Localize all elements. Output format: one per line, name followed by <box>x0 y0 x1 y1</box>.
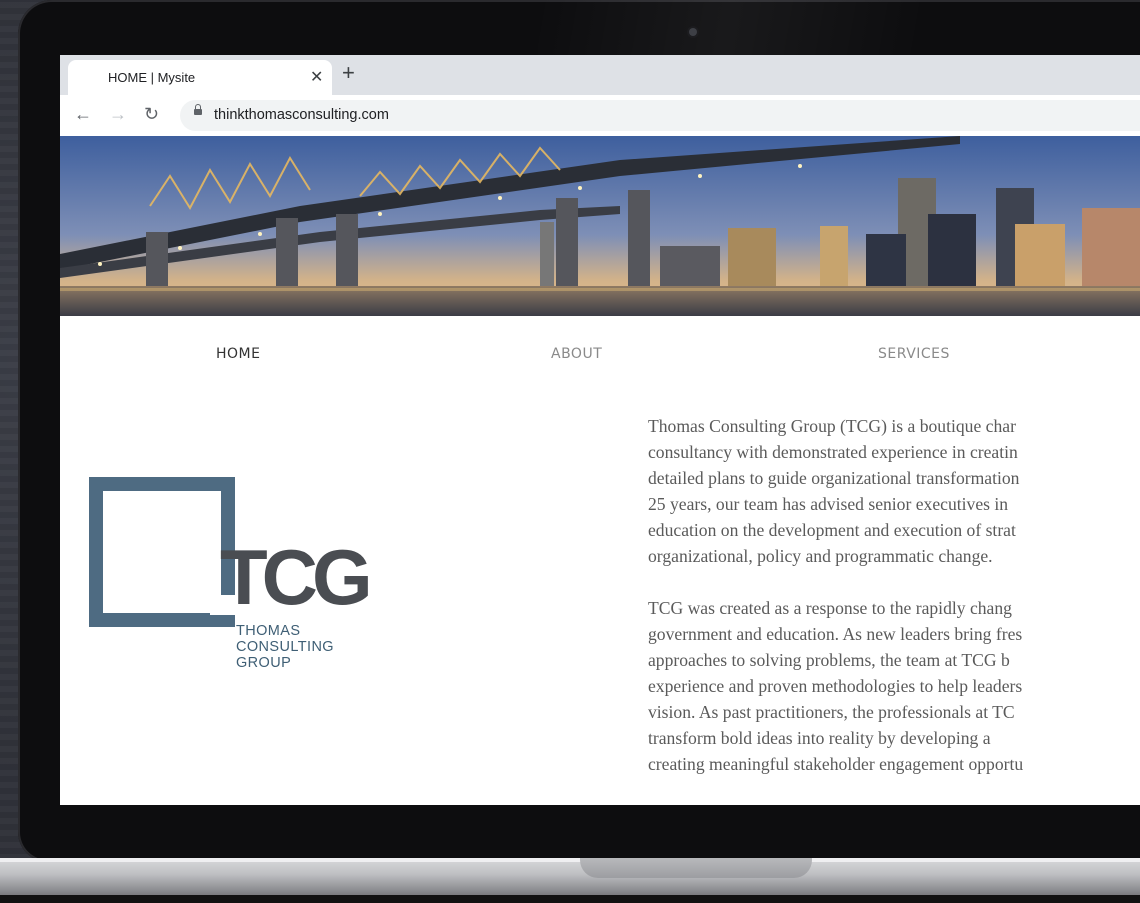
lock-icon <box>194 104 202 115</box>
nav-services-link[interactable]: SERVICES <box>878 346 950 362</box>
laptop-base-edge <box>0 858 1140 862</box>
plus-icon[interactable]: + <box>342 60 355 86</box>
text-line: creating meaningful stakeholder engageme… <box>648 754 1024 774</box>
text-line: organizational, policy and programmatic … <box>648 546 993 566</box>
text-line: experience and proven methodologies to h… <box>648 676 1023 696</box>
laptop-screen: HOME | Mysite ✕ + ← → ↻ thinkthomasconsu… <box>60 55 1140 805</box>
intro-paragraph-1: Thomas Consulting Group (TCG) is a bouti… <box>648 413 1140 569</box>
text-line: approaches to solving problems, the team… <box>648 650 1010 670</box>
tab-title: HOME | Mysite <box>108 70 196 85</box>
logo-subtitle-line: THOMAS <box>236 623 301 639</box>
logo-subtitle: THOMAS CONSULTING GROUP <box>236 623 334 671</box>
text-line: TCG was created as a response to the rap… <box>648 598 1012 618</box>
address-bar[interactable]: thinkthomasconsulting.com <box>180 100 1140 131</box>
text-line: Thomas Consulting Group (TCG) is a bouti… <box>648 416 1016 436</box>
close-icon[interactable]: ✕ <box>310 67 323 87</box>
reload-icon[interactable]: ↻ <box>144 104 159 125</box>
text-line: government and education. As new leaders… <box>648 624 1023 644</box>
url-text: thinkthomasconsulting.com <box>214 107 389 123</box>
intro-paragraph-2: TCG was created as a response to the rap… <box>648 595 1140 777</box>
bezel-reflection <box>538 0 1140 56</box>
text-line: education on the development and executi… <box>648 520 1016 540</box>
nav-home-link[interactable]: HOME <box>216 346 260 362</box>
logo-subtitle-line: GROUP <box>236 655 292 671</box>
bridge-skyline-illustration <box>60 136 1140 316</box>
laptop-shadow <box>0 895 1140 903</box>
forward-arrow-icon[interactable]: → <box>109 104 127 125</box>
logo-subtitle-line: CONSULTING <box>236 639 334 655</box>
intro-copy: Thomas Consulting Group (TCG) is a bouti… <box>648 413 1140 777</box>
text-line: transform bold ideas into reality by dev… <box>648 728 991 748</box>
browser-toolbar: ← → ↻ thinkthomasconsulting.com <box>60 95 1140 137</box>
text-line: vision. As past practitioners, the profe… <box>648 702 1015 722</box>
text-line: 25 years, our team has advised senior ex… <box>648 494 1009 514</box>
text-line: detailed plans to guide organizational t… <box>648 468 1020 488</box>
nav-about-link[interactable]: ABOUT <box>551 346 602 362</box>
logo-wordmark: TCG <box>220 533 373 621</box>
webcam <box>689 28 697 36</box>
back-arrow-icon[interactable]: ← <box>74 104 92 125</box>
hero-image <box>60 136 1140 316</box>
browser-tab-strip: HOME | Mysite ✕ + <box>60 55 1140 95</box>
browser-tab[interactable]: HOME | Mysite ✕ <box>68 60 332 95</box>
laptop-opening-notch <box>580 858 812 878</box>
text-line: consultancy with demonstrated experience… <box>648 442 1018 462</box>
